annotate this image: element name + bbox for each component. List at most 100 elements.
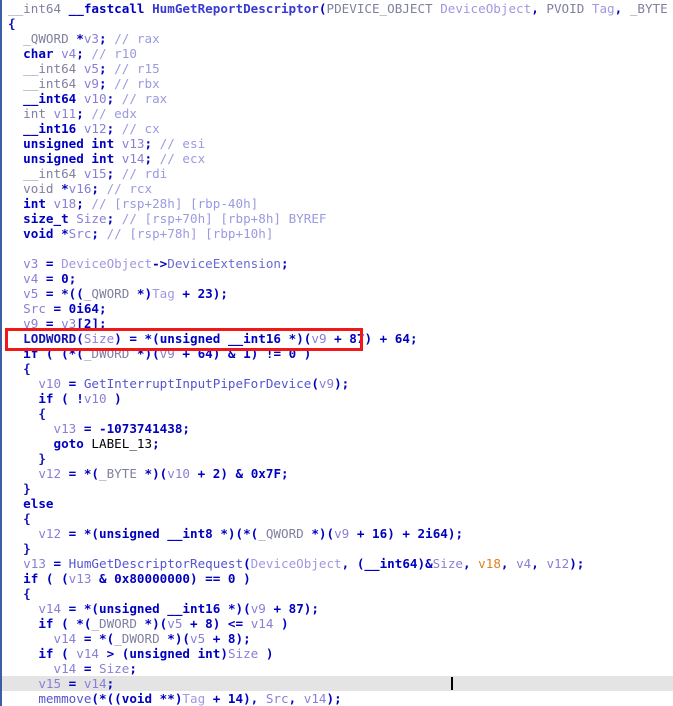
code-line[interactable]: }	[2, 481, 673, 496]
code-line[interactable]: memmove(*((void **)Tag + 14), Src, v14);	[2, 691, 673, 706]
code-line[interactable]: goto LABEL_13;	[2, 436, 673, 451]
code-line[interactable]: __int64 v15; // rdi	[2, 166, 673, 181]
code-line[interactable]: v10 = GetInterruptInputPipeForDevice(v9)…	[2, 376, 673, 391]
token-var[interactable]: v9	[251, 601, 266, 616]
token-var[interactable]: v12	[84, 121, 107, 136]
code-line[interactable]: v13 = -1073741438;	[2, 421, 673, 436]
token-var[interactable]: v14	[304, 691, 327, 706]
token-var[interactable]: v14	[8, 661, 84, 676]
code-line[interactable]: v13 = HumGetDescriptorRequest(DeviceObje…	[2, 556, 673, 571]
token-func[interactable]: GetInterruptInputPipeForDevice	[84, 376, 311, 391]
token-var[interactable]: v9	[311, 331, 326, 346]
token-var[interactable]: v9	[160, 346, 175, 361]
token-var[interactable]: v12	[8, 526, 69, 541]
token-var[interactable]: v9	[8, 316, 46, 331]
code-line[interactable]: v14 = *(_DWORD *)(v5 + 8);	[2, 631, 673, 646]
token-var[interactable]: v5	[167, 616, 182, 631]
token-var[interactable]: v9	[84, 76, 99, 91]
code-line[interactable]: _QWORD *v3; // rax	[2, 31, 673, 46]
token-arg[interactable]: DeviceObject	[61, 256, 152, 271]
token-var[interactable]: v3	[8, 256, 46, 271]
token-var[interactable]: v13	[122, 136, 145, 151]
code-line[interactable]: __int16 v12; // cx	[2, 121, 673, 136]
token-var[interactable]: Size	[228, 646, 258, 661]
token-var[interactable]: Size	[99, 661, 129, 676]
code-line[interactable]: __int64 v9; // rbx	[2, 76, 673, 91]
token-var[interactable]: v4	[61, 46, 76, 61]
code-line[interactable]: {	[2, 361, 673, 376]
pseudocode-pane[interactable]: __int64 __fastcall HumGetReportDescripto…	[0, 0, 673, 706]
token-var[interactable]: v18	[54, 196, 77, 211]
token-arg[interactable]: DeviceObject	[251, 556, 342, 571]
token-var[interactable]: Src	[266, 691, 289, 706]
token-var[interactable]: v13	[69, 571, 92, 586]
token-var[interactable]: v10	[167, 466, 190, 481]
code-line[interactable]: v5 = *((_QWORD *)Tag + 23);	[2, 286, 673, 301]
code-line[interactable]: v12 = *(_BYTE *)(v10 + 2) & 0x7F;	[2, 466, 673, 481]
token-var[interactable]: v10	[84, 91, 107, 106]
token-var[interactable]: v4	[516, 556, 531, 571]
code-line[interactable]	[2, 241, 673, 256]
token-var[interactable]: Size	[76, 211, 106, 226]
code-line[interactable]: else	[2, 496, 673, 511]
code-line[interactable]: v14 = Size;	[2, 661, 673, 676]
token-var[interactable]: v12	[8, 466, 69, 481]
token-arg[interactable]: DeviceObject	[440, 1, 531, 16]
code-line[interactable]: __int64 v5; // r15	[2, 61, 673, 76]
code-line[interactable]: if ( *(_DWORD *)(v5 + 8) <= v14 )	[2, 616, 673, 631]
code-line[interactable]: if ( v14 > (unsigned int)Size )	[2, 646, 673, 661]
code-line[interactable]: int v18; // [rsp+28h] [rbp-40h]	[2, 196, 673, 211]
token-var[interactable]: v14	[8, 601, 69, 616]
token-var[interactable]: v10	[84, 391, 107, 406]
code-line-highlighted[interactable]: LODWORD(Size) = *(unsigned __int16 *)(v9…	[2, 331, 673, 346]
token-arg[interactable]: Tag	[592, 1, 615, 16]
token-var[interactable]: v9	[319, 376, 334, 391]
token-var[interactable]: Size	[433, 556, 463, 571]
code-line[interactable]: }	[2, 541, 673, 556]
code-line[interactable]: int v11; // edx	[2, 106, 673, 121]
token-var[interactable]: v16	[69, 181, 92, 196]
token-var[interactable]: Src	[69, 226, 92, 241]
token-var[interactable]: v5	[8, 286, 46, 301]
code-line[interactable]: char v4; // r10	[2, 46, 673, 61]
code-line[interactable]: unsigned int v14; // ecx	[2, 151, 673, 166]
code-line[interactable]: if ( (*(_DWORD *)(v9 + 64) & 1) != 0 )	[2, 346, 673, 361]
code-line[interactable]: v9 = v3[2];	[2, 316, 673, 331]
code-line[interactable]: }	[2, 451, 673, 466]
token-var[interactable]: v3	[61, 316, 76, 331]
token-var[interactable]: v15	[8, 676, 69, 691]
token-func[interactable]: memmove	[8, 691, 91, 706]
token-func[interactable]: HumGetDescriptorRequest	[69, 556, 243, 571]
token-var[interactable]: v14	[8, 631, 84, 646]
code-line[interactable]: Src = 0i64;	[2, 301, 673, 316]
code-line[interactable]: void *v16; // rcx	[2, 181, 673, 196]
code-line[interactable]: {	[2, 16, 673, 31]
token-arg[interactable]: Tag	[152, 286, 175, 301]
token-var[interactable]: v10	[8, 376, 69, 391]
code-line[interactable]: v4 = 0;	[2, 271, 673, 286]
token-arg[interactable]: Tag	[182, 691, 205, 706]
code-line[interactable]: if ( !v10 )	[2, 391, 673, 406]
code-line[interactable]: v3 = DeviceObject->DeviceExtension;	[2, 256, 673, 271]
token-var[interactable]: v13	[8, 421, 84, 436]
token-var[interactable]: v4	[8, 271, 46, 286]
token-var[interactable]: v12	[546, 556, 569, 571]
code-line[interactable]: v14 = *(unsigned __int16 *)(v9 + 87);	[2, 601, 673, 616]
code-listing[interactable]: __int64 __fastcall HumGetReportDescripto…	[2, 0, 673, 706]
token-orange[interactable]: v18	[478, 556, 501, 571]
code-line[interactable]: {	[2, 586, 673, 601]
token-var[interactable]: v9	[334, 526, 349, 541]
code-line[interactable]: v12 = *(unsigned __int8 *)(*(_QWORD *)(v…	[2, 526, 673, 541]
token-var[interactable]: v14	[251, 616, 274, 631]
code-line[interactable]: {	[2, 511, 673, 526]
code-line[interactable]: unsigned int v13; // esi	[2, 136, 673, 151]
token-var[interactable]: v5	[84, 61, 99, 76]
token-var[interactable]: v14	[84, 676, 107, 691]
token-var[interactable]: v15	[84, 166, 107, 181]
code-line[interactable]: size_t Size; // [rsp+70h] [rbp+8h] BYREF	[2, 211, 673, 226]
code-line[interactable]: __int64 __fastcall HumGetReportDescripto…	[2, 1, 673, 16]
token-var[interactable]: Src	[8, 301, 54, 316]
token-var[interactable]: v3	[84, 31, 99, 46]
code-line[interactable]: if ( (v13 & 0x80000000) == 0 )	[2, 571, 673, 586]
code-line[interactable]: __int64 v10; // rax	[2, 91, 673, 106]
